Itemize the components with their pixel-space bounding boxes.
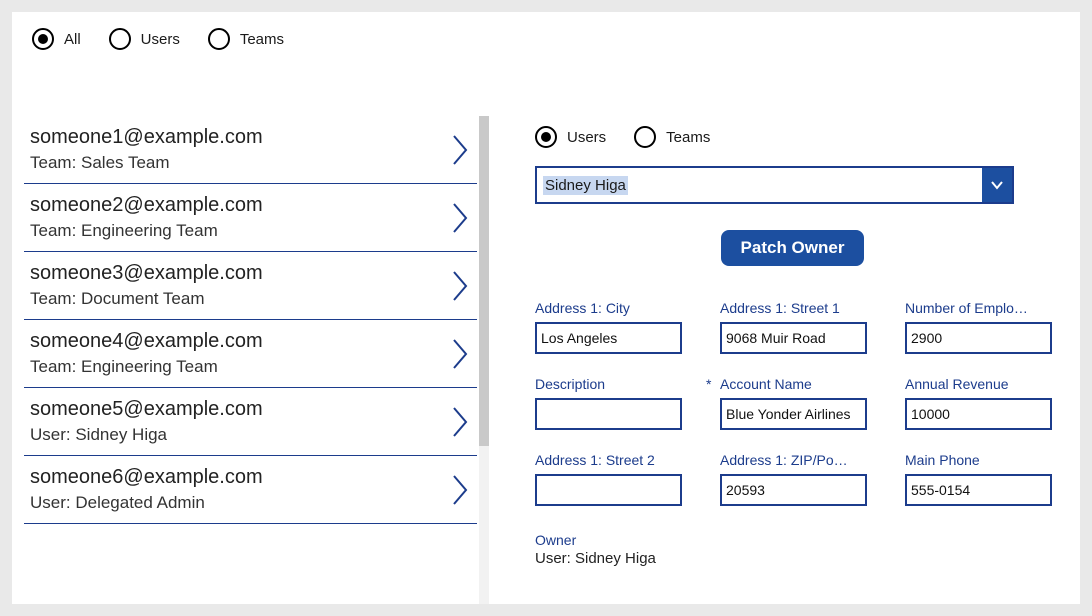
field-input[interactable]: 10000	[905, 398, 1052, 430]
list-item-secondary: Team: Document Team	[30, 289, 437, 309]
radio-icon	[634, 126, 656, 148]
list-item-secondary: Team: Engineering Team	[30, 357, 437, 377]
field-input[interactable]: Blue Yonder Airlines	[720, 398, 867, 430]
detail-pane: Users Teams Sidney Higa	[487, 116, 1080, 604]
radio-icon	[535, 126, 557, 148]
owner-readonly: Owner User: Sidney Higa	[535, 532, 1050, 567]
chevron-down-icon	[990, 178, 1004, 192]
field-revenue: Annual Revenue 10000	[905, 376, 1050, 430]
app-panel: All Users Teams someone1@example.com Team…	[12, 12, 1080, 604]
list-item-primary: someone1@example.com	[30, 126, 437, 149]
list-item-secondary: User: Delegated Admin	[30, 493, 437, 513]
field-label: Description	[535, 376, 675, 392]
field-input[interactable]	[535, 398, 682, 430]
list-item[interactable]: someone6@example.com User: Delegated Admi…	[24, 456, 477, 524]
field-input[interactable]	[535, 474, 682, 506]
field-label: Address 1: City	[535, 300, 675, 316]
list-item-primary: someone3@example.com	[30, 262, 437, 285]
list-item-primary: someone4@example.com	[30, 330, 437, 353]
list-item[interactable]: someone5@example.com User: Sidney Higa	[24, 388, 477, 456]
list-item[interactable]: someone2@example.com Team: Engineering Te…	[24, 184, 477, 252]
field-input[interactable]: Los Angeles	[535, 322, 682, 354]
filter-radio-all[interactable]: All	[32, 28, 81, 50]
field-input[interactable]: 9068 Muir Road	[720, 322, 867, 354]
field-input[interactable]: 555-0154	[905, 474, 1052, 506]
field-label: Address 1: ZIP/Po…	[720, 452, 860, 468]
owner-type-radios: Users Teams	[535, 126, 1050, 148]
field-label: Address 1: Street 2	[535, 452, 675, 468]
radio-label: Teams	[666, 129, 710, 146]
chevron-right-icon	[451, 269, 471, 303]
field-label: Account Name	[720, 376, 860, 392]
patch-owner-button[interactable]: Patch Owner	[721, 230, 865, 266]
chevron-right-icon	[451, 201, 471, 235]
field-label: Annual Revenue	[905, 376, 1045, 392]
chevron-right-icon	[451, 133, 471, 167]
list-item-secondary: User: Sidney Higa	[30, 425, 437, 445]
field-employees: Number of Emplo… 2900	[905, 300, 1050, 354]
list-item-primary: someone5@example.com	[30, 398, 437, 421]
field-input[interactable]: 20593	[720, 474, 867, 506]
record-list: someone1@example.comTeam: Sales Teamsome…	[12, 116, 487, 604]
scrollbar-track[interactable]	[479, 116, 489, 604]
radio-label: Users	[567, 129, 606, 146]
radio-icon	[32, 28, 54, 50]
field-label: Number of Emplo…	[905, 300, 1045, 316]
field-phone: Main Phone 555-0154	[905, 452, 1050, 506]
detail-field-grid: Address 1: City Los Angeles Address 1: S…	[535, 300, 1050, 506]
radio-label: Users	[141, 31, 180, 48]
field-account: * Account Name Blue Yonder Airlines	[720, 376, 865, 430]
radio-icon	[208, 28, 230, 50]
required-asterisk-icon: *	[706, 376, 711, 392]
field-zip: Address 1: ZIP/Po… 20593	[720, 452, 865, 506]
radio-label: Teams	[240, 31, 284, 48]
field-input[interactable]: 2900	[905, 322, 1052, 354]
field-label: Address 1: Street 1	[720, 300, 860, 316]
field-street2: Address 1: Street 2	[535, 452, 680, 506]
list-item-primary: someone2@example.com	[30, 194, 437, 217]
field-city: Address 1: City Los Angeles	[535, 300, 680, 354]
list-item-secondary: Team: Engineering Team	[30, 221, 437, 241]
top-filter-radios: All Users Teams	[12, 12, 1080, 50]
list-item[interactable]: someone4@example.com Team: Engineering Te…	[24, 320, 477, 388]
list-item-secondary: Team: Sales Team	[30, 153, 437, 173]
list-item[interactable]: someone3@example.com Team: Document Team	[24, 252, 477, 320]
owner-combobox-text[interactable]: Sidney Higa	[537, 168, 982, 202]
owner-combobox-dropdown-button[interactable]	[982, 168, 1012, 202]
owner-radio-users[interactable]: Users	[535, 126, 606, 148]
radio-icon	[109, 28, 131, 50]
list-item[interactable]: someone1@example.com Team: Sales Team	[24, 116, 477, 184]
owner-label: Owner	[535, 532, 1050, 548]
owner-combobox[interactable]: Sidney Higa	[535, 166, 1014, 204]
filter-radio-users[interactable]: Users	[109, 28, 180, 50]
chevron-right-icon	[451, 405, 471, 439]
filter-radio-teams[interactable]: Teams	[208, 28, 284, 50]
list-item-primary: someone6@example.com	[30, 466, 437, 489]
field-description: Description	[535, 376, 680, 430]
scrollbar-thumb[interactable]	[479, 116, 489, 446]
owner-radio-teams[interactable]: Teams	[634, 126, 710, 148]
owner-value: User: Sidney Higa	[535, 550, 1050, 567]
field-label: Main Phone	[905, 452, 1045, 468]
chevron-right-icon	[451, 337, 471, 371]
radio-label: All	[64, 31, 81, 48]
chevron-right-icon	[451, 473, 471, 507]
field-street1: Address 1: Street 1 9068 Muir Road	[720, 300, 865, 354]
